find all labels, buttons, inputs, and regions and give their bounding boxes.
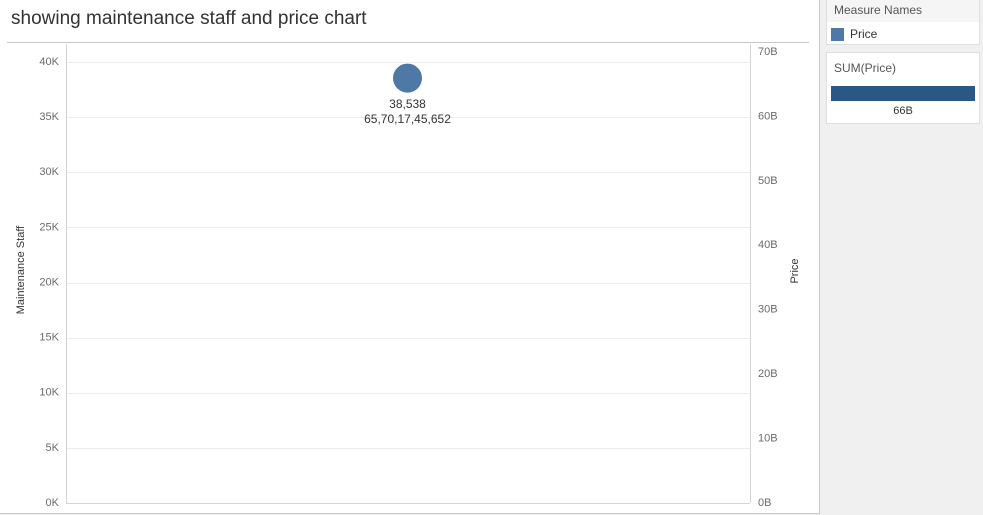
left-tick-label: 25K: [39, 221, 59, 233]
data-label: 65,70,17,45,652: [364, 112, 451, 126]
left-tick-label: 35K: [39, 111, 59, 123]
legend-header: Measure Names: [827, 0, 979, 22]
left-tick-label: 5K: [46, 442, 60, 454]
color-legend: Measure Names Price: [826, 0, 980, 45]
right-tick-label: 10B: [758, 432, 778, 444]
right-tick-label: 0B: [758, 497, 771, 509]
right-tick-label: 20B: [758, 368, 778, 380]
legend-swatch: [831, 27, 844, 41]
right-tick-label: 60B: [758, 110, 778, 122]
left-tick-label: 30K: [39, 166, 59, 178]
chart-pane: showing maintenance staff and price char…: [0, 0, 820, 514]
left-tick-label: 10K: [39, 387, 59, 399]
left-tick-label: 0K: [46, 497, 60, 509]
size-legend-bar: [831, 86, 975, 101]
left-tick-label: 40K: [39, 56, 59, 68]
right-axis-title: Price: [789, 258, 801, 283]
right-tick-label: 40B: [758, 239, 778, 251]
size-legend-value: 66B: [893, 105, 913, 117]
data-label: 38,538: [389, 97, 426, 111]
right-tick-label: 50B: [758, 175, 778, 187]
left-tick-label: 20K: [39, 276, 59, 288]
left-tick-label: 15K: [39, 332, 59, 344]
legend-item-price[interactable]: Price: [831, 26, 877, 42]
right-tick-label: 30B: [758, 304, 778, 316]
data-marks: 38,53865,70,17,45,652: [364, 62, 451, 126]
dashboard: showing maintenance staff and price char…: [0, 0, 983, 515]
size-legend: SUM(Price) 66B: [826, 52, 980, 124]
legend-title: Measure Names: [834, 3, 923, 17]
scatter-chart: 0K 5K 10K 15K 20K 25K 30K 35K 40K 0B 10B 20B 30B 40B 5…: [15, 44, 801, 509]
data-point[interactable]: [392, 62, 423, 94]
left-axis-title: Maintenance Staff: [15, 225, 27, 314]
legend-item-label: Price: [850, 27, 878, 41]
right-tick-label: 70B: [758, 46, 778, 58]
size-legend-title: SUM(Price): [834, 61, 896, 75]
